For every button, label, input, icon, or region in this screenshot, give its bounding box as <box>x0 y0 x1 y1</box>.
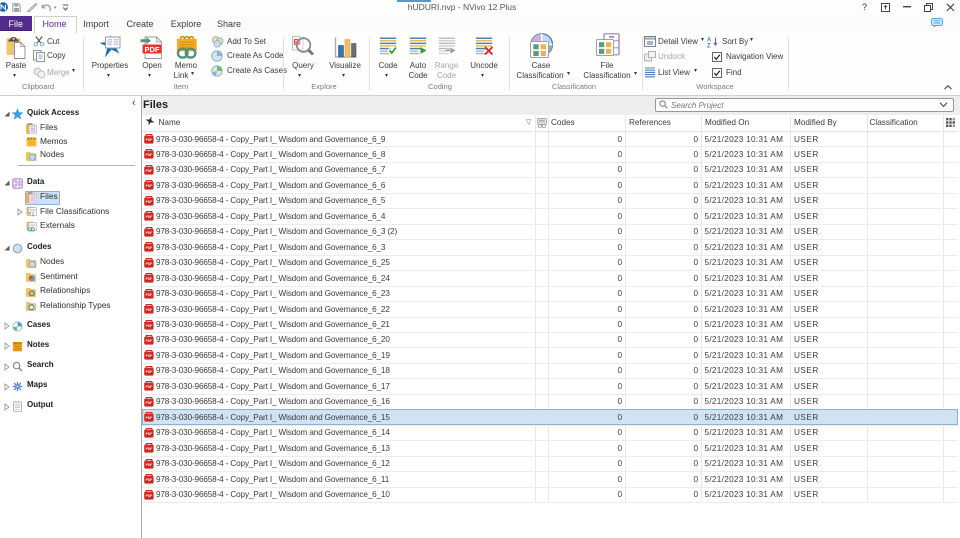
svg-text:PDF: PDF <box>146 323 153 327</box>
svg-text:PDF: PDF <box>146 493 153 497</box>
svg-text:PDF: PDF <box>146 416 153 420</box>
svg-text:PDF: PDF <box>146 354 153 358</box>
svg-text:PDF: PDF <box>146 447 153 451</box>
svg-text:PDF: PDF <box>146 308 153 312</box>
svg-text:PDF: PDF <box>146 277 153 281</box>
svg-text:PDF: PDF <box>146 169 153 173</box>
svg-text:Z: Z <box>707 44 711 49</box>
svg-text:PDF: PDF <box>146 401 153 405</box>
svg-text:PDF: PDF <box>145 45 160 54</box>
svg-text:PDF: PDF <box>146 463 153 467</box>
svg-text:PDF: PDF <box>146 339 153 343</box>
svg-text:PDF: PDF <box>146 292 153 296</box>
svg-text:PDF: PDF <box>146 138 153 142</box>
svg-text:PDF: PDF <box>146 262 153 266</box>
svg-text:PDF: PDF <box>146 231 153 235</box>
svg-text:PDF: PDF <box>146 385 153 389</box>
svg-text:PDF: PDF <box>146 153 153 157</box>
svg-text:PDF: PDF <box>146 200 153 204</box>
svg-text:PDF: PDF <box>146 478 153 482</box>
svg-text:PDF: PDF <box>146 432 153 436</box>
svg-text:PDF: PDF <box>146 184 153 188</box>
svg-text:PDF: PDF <box>146 246 153 250</box>
svg-text:PDF: PDF <box>146 215 153 219</box>
svg-text:PDF: PDF <box>146 370 153 374</box>
